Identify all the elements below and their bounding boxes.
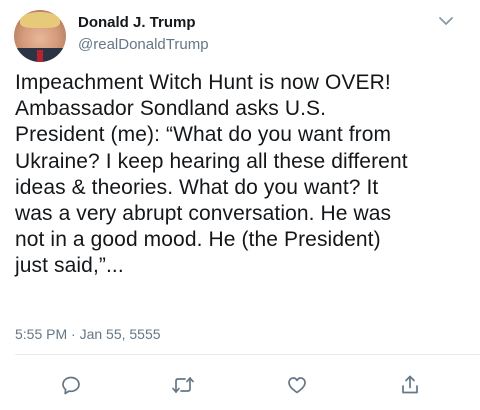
tweet-text-line: just said,”... (15, 254, 124, 278)
retweet-icon (172, 377, 194, 393)
like-button[interactable] (284, 372, 310, 398)
tweet-text-line: not in a good mood. He (the President) (15, 228, 381, 252)
divider (15, 354, 480, 355)
tweet-text: Impeachment Witch Hunt is now OVER! Amba… (15, 70, 471, 280)
tweet-text-line: Impeachment Witch Hunt is now OVER! (15, 71, 391, 94)
tweet-text-line: ideas & theories. What do you want? It (15, 175, 379, 199)
author-handle[interactable]: @realDonaldTrump (78, 36, 209, 53)
tweet-text-line: was a very abrupt conversation. He was (15, 202, 392, 226)
heart-icon (288, 377, 306, 394)
avatar-tie (37, 50, 43, 62)
tweet-text-line: Ambassador Sondland asks U.S. (15, 97, 327, 121)
retweet-button[interactable] (170, 372, 196, 398)
share-icon (402, 375, 418, 394)
chevron-down-icon[interactable] (437, 14, 455, 28)
reply-icon (62, 376, 80, 395)
reply-button[interactable] (58, 372, 84, 398)
avatar-hair (20, 12, 60, 28)
share-button[interactable] (397, 372, 423, 398)
tweet-text-line: Ukraine? I keep hearing all these differ… (15, 149, 408, 173)
tweet-text-line: President (me): “What do you want from (15, 123, 392, 147)
timestamp[interactable]: 5:55 PM · Jan 55, 5555 (15, 326, 161, 342)
tweet-card: Donald J. Trump @realDonaldTrump Impeach… (0, 0, 480, 410)
author-name[interactable]: Donald J. Trump (78, 14, 196, 31)
avatar[interactable] (14, 10, 66, 62)
